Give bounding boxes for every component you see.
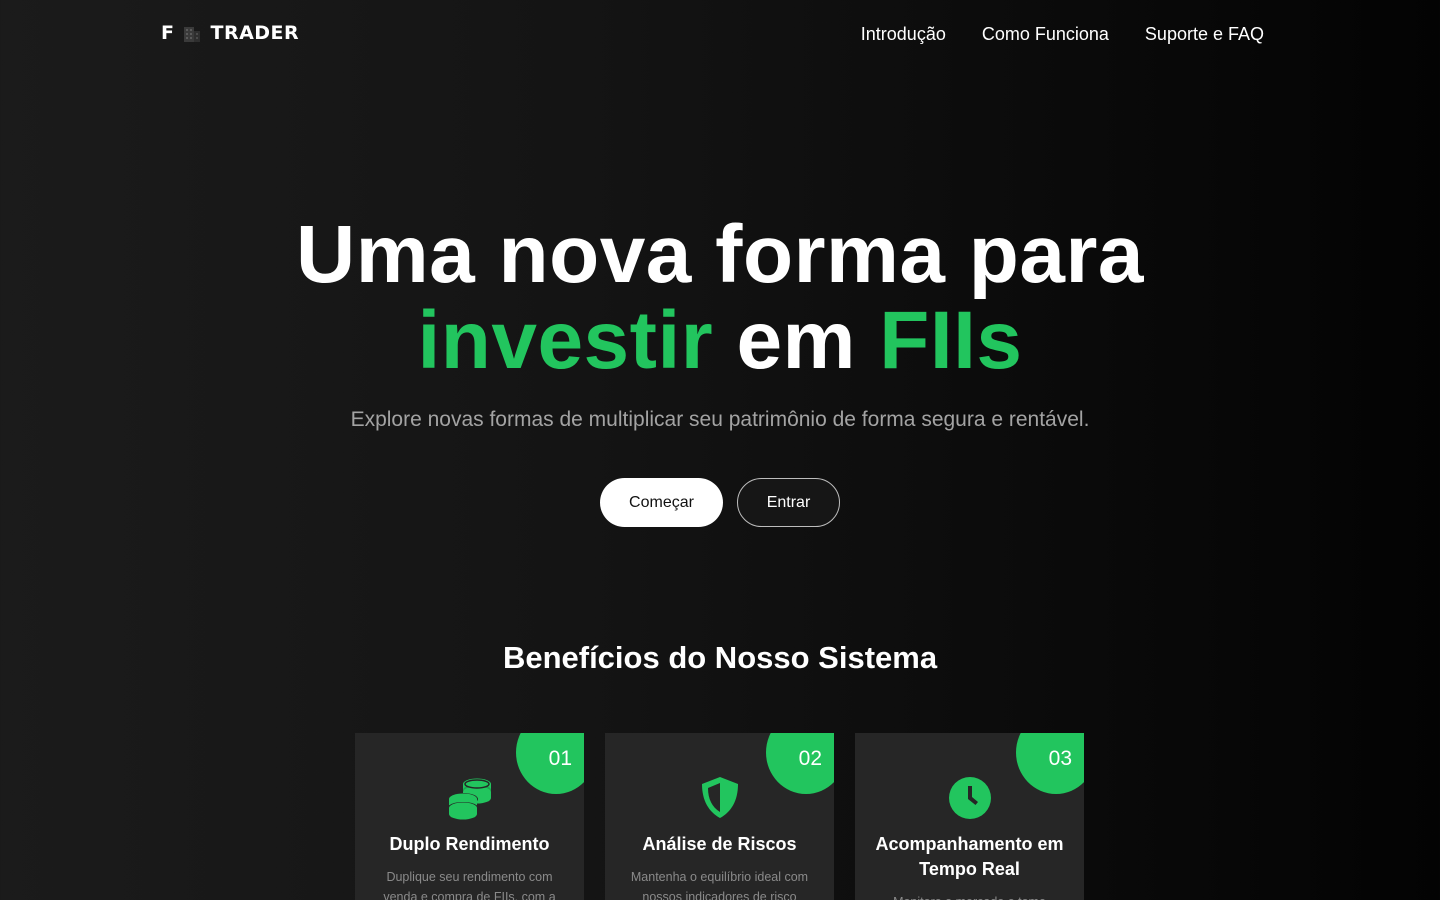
hero-title-word-em: em (736, 295, 856, 386)
nav-link-introducao[interactable]: Introdução (861, 24, 946, 45)
shield-icon (701, 777, 738, 818)
top-nav: F TRADER Introdução Como Funciona Suport… (0, 0, 1440, 70)
card-number: 01 (548, 747, 572, 770)
benefit-card-acompanhamento: 03 Acompanhamento em Tempo Real Monitore… (855, 733, 1084, 900)
brand-letter: F (161, 22, 175, 44)
card-number: 03 (1048, 747, 1072, 770)
benefits-cards: 01 Duplo Rendimento Duplique seu rendime… (355, 733, 1084, 900)
hero-cta-group: Começar Entrar (0, 478, 1440, 527)
coins-icon (447, 778, 491, 820)
clock-icon (948, 777, 991, 819)
nav-links: Introdução Como Funciona Suporte e FAQ (861, 24, 1264, 45)
card-description: Monitore o mercado e tome (879, 892, 1060, 900)
card-description: Mantenha o equilíbrio ideal com nossos i… (630, 870, 809, 900)
building-icon (184, 27, 201, 42)
hero-subtitle: Explore novas formas de multiplicar seu … (350, 408, 1090, 431)
entrar-button[interactable]: Entrar (737, 478, 840, 527)
benefit-card-analise-riscos: 02 Análise de Riscos Mantenha o equilíbr… (605, 733, 834, 900)
hero-title-line1: Uma nova forma para (296, 209, 1144, 300)
card-title: Acompanhamento em Tempo Real (875, 834, 1064, 879)
card-title: Duplo Rendimento (389, 834, 550, 854)
card-number: 02 (798, 747, 822, 770)
hero-title-highlight-fiis: FIIs (879, 295, 1023, 386)
benefit-card-duplo-rendimento: 01 Duplo Rendimento Duplique seu rendime… (355, 733, 584, 900)
brand-logo[interactable]: F TRADER (161, 21, 299, 45)
nav-link-como-funciona[interactable]: Como Funciona (982, 24, 1109, 45)
hero-title: Uma nova forma para investir em FIIs (0, 212, 1440, 384)
benefits-title: Benefícios do Nosso Sistema (502, 640, 938, 675)
brand-name: TRADER (210, 22, 300, 44)
hero-title-highlight-investir: investir (417, 295, 714, 386)
card-title: Análise de Riscos (642, 834, 797, 854)
nav-link-suporte-faq[interactable]: Suporte e FAQ (1145, 24, 1264, 45)
comecar-button[interactable]: Começar (600, 478, 723, 527)
card-description: Duplique seu rendimento com venda e comp… (383, 870, 556, 900)
